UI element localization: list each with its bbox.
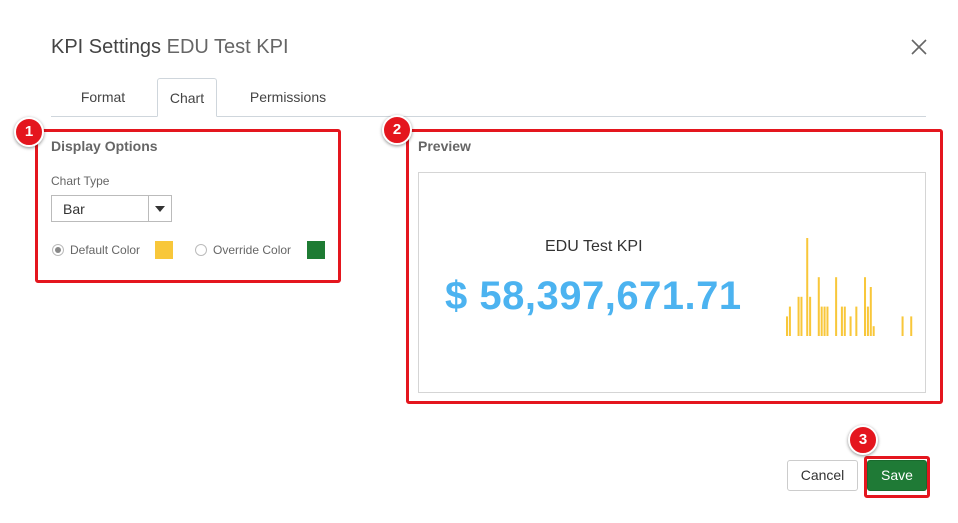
dialog-title: KPI Settings EDU Test KPI [51, 36, 289, 59]
annotation-box-1 [35, 129, 341, 283]
tab-format[interactable]: Format [66, 78, 140, 116]
tab-permissions[interactable]: Permissions [236, 78, 340, 116]
annotation-box-2 [406, 129, 943, 404]
annotation-badge-2: 2 [382, 115, 412, 145]
dialog-title-kpi: EDU Test KPI [166, 36, 289, 58]
save-button[interactable]: Save [867, 460, 927, 491]
annotation-badge-1: 1 [14, 117, 44, 147]
close-icon[interactable] [909, 37, 929, 57]
cancel-button[interactable]: Cancel [787, 460, 858, 491]
tab-chart[interactable]: Chart [157, 78, 217, 117]
dialog-title-prefix: KPI Settings [51, 36, 162, 58]
annotation-badge-3: 3 [848, 425, 878, 455]
